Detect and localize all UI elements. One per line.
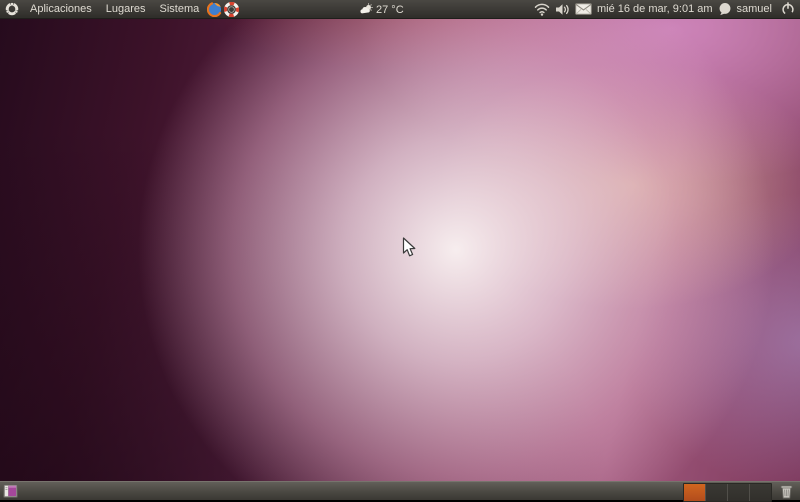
help-launcher[interactable] <box>224 1 240 17</box>
clock[interactable]: mié 16 de mar, 9:01 am <box>597 3 713 15</box>
ubuntu-logo-icon <box>5 2 19 16</box>
user-status-bubble-icon[interactable] <box>718 2 732 16</box>
bottom-right-applets <box>683 482 800 502</box>
firefox-launcher[interactable] <box>207 1 223 17</box>
menu-aplicaciones[interactable]: Aplicaciones <box>23 1 99 17</box>
trash-icon <box>780 484 793 499</box>
workspace-3[interactable] <box>728 483 750 501</box>
top-panel: Aplicaciones Lugares Sistema 27 °C mié 1… <box>0 0 800 19</box>
menu-lugares[interactable]: Lugares <box>99 1 153 17</box>
workspace-2[interactable] <box>706 483 728 501</box>
weather-applet[interactable]: 27 °C <box>360 0 404 19</box>
menu-sistema[interactable]: Sistema <box>153 1 207 17</box>
bottom-panel <box>0 481 800 502</box>
desktop-wallpaper[interactable] <box>0 19 800 481</box>
mail-icon[interactable] <box>575 3 592 15</box>
help-lifebuoy-icon <box>224 1 240 17</box>
workspace-switcher <box>683 482 772 502</box>
sun-cloud-icon <box>360 3 373 16</box>
firefox-icon <box>207 1 223 17</box>
trash-applet[interactable] <box>772 484 800 499</box>
workspace-1[interactable] <box>684 483 706 501</box>
workspace-4[interactable] <box>750 483 771 501</box>
weather-temperature: 27 °C <box>376 3 404 16</box>
user-menu-label[interactable]: samuel <box>737 3 772 15</box>
wifi-icon[interactable] <box>534 3 550 16</box>
indicator-tray: mié 16 de mar, 9:01 am samuel <box>534 2 800 16</box>
volume-icon[interactable] <box>555 3 570 16</box>
power-icon[interactable] <box>781 2 795 16</box>
show-desktop-icon[interactable] <box>3 484 18 498</box>
